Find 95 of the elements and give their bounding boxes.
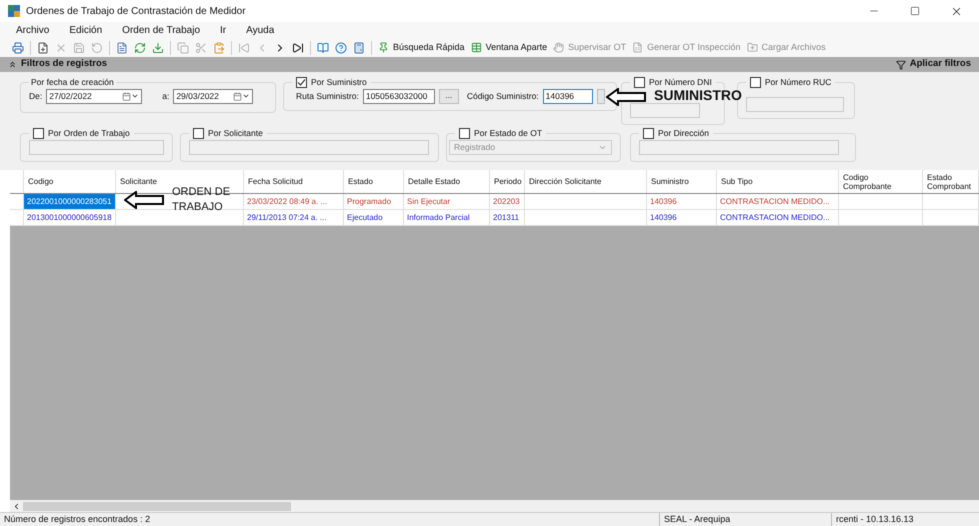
column-header[interactable]: Estado: [348, 177, 373, 186]
status-text: rcenti - 10.13.16.13: [835, 512, 915, 526]
table-cell: 140396: [647, 210, 717, 226]
pin-icon: [378, 42, 389, 53]
column-header[interactable]: Suministro: [651, 177, 689, 186]
field-label: Código Suministro:: [466, 90, 539, 103]
filter-title: Filtros de registros: [21, 57, 108, 72]
table-cell: Programado: [344, 194, 404, 210]
table-cell: 202203: [490, 194, 525, 210]
column-header[interactable]: Codigo: [28, 177, 54, 186]
text-field[interactable]: [189, 140, 429, 154]
column-header[interactable]: Estado Comprobant: [927, 172, 974, 190]
table-cell: Sin Ejecutar: [404, 194, 490, 210]
checkbox[interactable]: [750, 76, 761, 88]
restore-icon[interactable]: [910, 6, 920, 16]
date-field[interactable]: 27/02/2022: [46, 88, 142, 104]
toolbar-button[interactable]: Ventana Aparte: [470, 40, 548, 54]
menu-item[interactable]: Ir: [216, 22, 230, 38]
menu-item[interactable]: Orden de Trabajo: [118, 22, 204, 38]
status-text: SEAL - Arequipa: [660, 512, 832, 526]
checkbox[interactable]: [296, 76, 307, 88]
download-icon[interactable]: [152, 42, 164, 54]
checkbox[interactable]: [634, 76, 645, 88]
window-title: Ordenes de Trabajo de Contrastación de Medidor: [26, 4, 246, 18]
collapse-icon[interactable]: [8, 60, 17, 69]
arrow-icon: [606, 88, 646, 106]
folder-icon: [746, 42, 758, 53]
checkbox-label: Por Estado de OT: [474, 126, 542, 140]
annotation-text: ORDEN DE TRABAJO: [172, 185, 232, 215]
column-header[interactable]: Dirección Solicitante: [529, 177, 602, 186]
calendar-icon[interactable]: [233, 92, 242, 101]
column-header[interactable]: Periodo: [494, 177, 522, 186]
browse-button[interactable]: ...: [438, 88, 459, 104]
calendar-icon[interactable]: [122, 92, 132, 101]
table-cell: 2013001000000605918: [24, 210, 116, 226]
text-field[interactable]: [746, 96, 844, 112]
checkbox-label: Por Solicitante: [208, 126, 263, 140]
column-header[interactable]: Solicitante: [120, 177, 157, 186]
checkbox[interactable]: [643, 128, 654, 139]
text-field[interactable]: 1050563032000: [362, 88, 435, 104]
text-field[interactable]: 140396: [542, 88, 593, 104]
last-icon[interactable]: [292, 42, 304, 54]
table-cell: Informado Parcial: [404, 210, 490, 226]
help-icon[interactable]: [335, 42, 347, 54]
checkbox-label: Por Suministro: [311, 76, 367, 89]
calculator-icon[interactable]: [353, 42, 365, 54]
table-cell: [923, 210, 979, 226]
field-label: a:: [162, 90, 170, 103]
field-label: De:: [29, 90, 42, 103]
status-text: Número de registros encontrados : 2: [0, 512, 660, 526]
apply-filters-button[interactable]: Aplicar filtros: [910, 57, 971, 72]
table-cell: 201311: [490, 210, 525, 226]
printer-icon[interactable]: [12, 42, 24, 54]
text-field[interactable]: [630, 102, 700, 118]
checkbox[interactable]: [33, 128, 44, 139]
text-field[interactable]: [639, 140, 839, 154]
document-icon[interactable]: [116, 42, 128, 54]
new-file-icon[interactable]: [37, 42, 49, 54]
table-cell: 2022001000000283051: [24, 194, 116, 210]
field-label: Ruta Suministro:: [296, 90, 359, 103]
paste-icon[interactable]: [213, 42, 225, 54]
table-cell: 23/03/2022 08:49 a. ...: [244, 194, 344, 210]
checkbox[interactable]: [193, 128, 204, 139]
group-label: Por fecha de creación: [31, 77, 114, 87]
column-header[interactable]: Sub Tipo: [721, 177, 753, 186]
column-header[interactable]: Detalle Estado: [408, 177, 460, 186]
text-field[interactable]: [29, 140, 164, 154]
hand-icon: [553, 42, 564, 53]
column-header[interactable]: Fecha Solicitud: [248, 177, 303, 186]
horizontal-scrollbar[interactable]: [10, 500, 979, 512]
checkbox-label: Por Dirección: [658, 126, 710, 140]
annotation-text: SUMINISTRO: [654, 88, 742, 102]
checkbox-label: Por Número RUC: [764, 76, 832, 89]
refresh-icon[interactable]: [134, 42, 146, 54]
date-field[interactable]: 29/03/2022: [173, 88, 254, 104]
filter-icon: [896, 60, 906, 70]
checkbox-label: Por Orden de Trabajo: [48, 126, 130, 140]
sheet-icon: [632, 42, 644, 53]
table-cell: 29/11/2013 07:24 a. ...: [244, 210, 344, 226]
scroll-left-icon[interactable]: [12, 502, 21, 510]
menu-item[interactable]: Archivo: [12, 22, 54, 38]
table-icon: [470, 42, 482, 53]
table-cell: Ejecutado: [344, 210, 404, 226]
menu-item[interactable]: Edición: [65, 22, 106, 38]
toolbar-button[interactable]: Búsqueda Rápida: [378, 40, 465, 54]
column-header[interactable]: Codigo Comprobante: [843, 172, 918, 190]
table-cell: 140396: [647, 194, 717, 210]
scrollbar-thumb[interactable]: [23, 502, 291, 510]
book-icon[interactable]: [317, 42, 329, 54]
table-cell: CONTRASTACION MEDIDO...: [717, 210, 839, 226]
table-cell: CONTRASTACION MEDIDO...: [717, 194, 839, 210]
menu-item[interactable]: Ayuda: [242, 22, 278, 38]
checkbox[interactable]: [459, 128, 470, 139]
checkbox-label: Por Número DNI: [649, 76, 712, 89]
app-icon: [8, 5, 20, 17]
